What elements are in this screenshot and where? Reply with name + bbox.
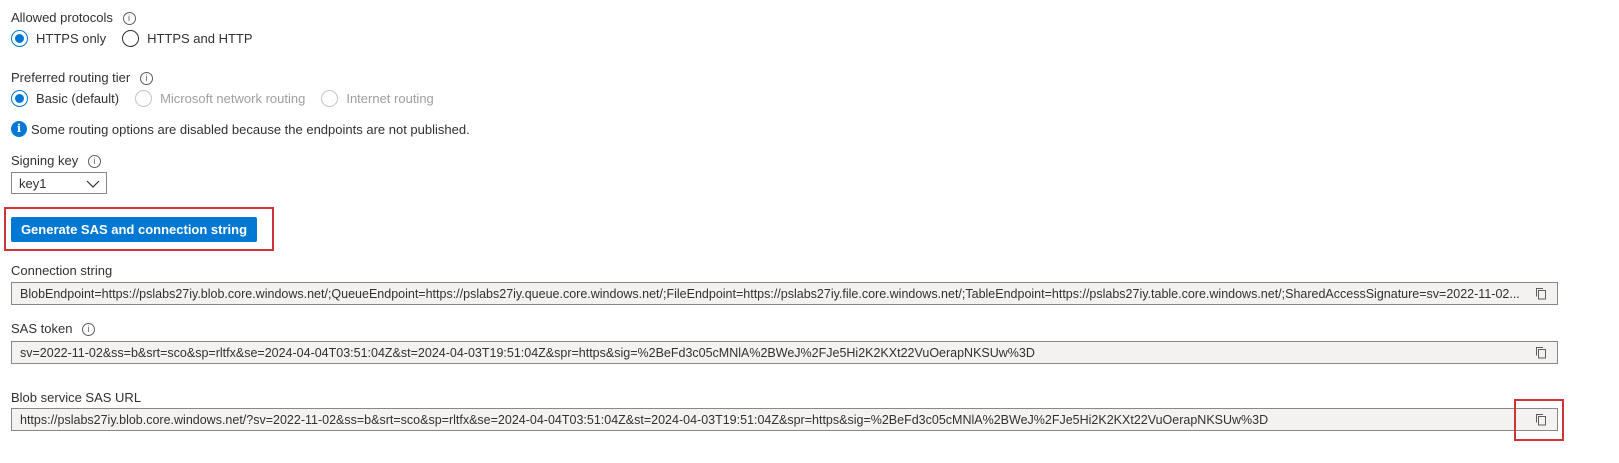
signing-key-heading: Signing key i: [11, 153, 101, 169]
signing-key-dropdown[interactable]: key1: [11, 172, 107, 194]
info-icon[interactable]: i: [82, 323, 96, 337]
allowed-protocols-heading: Allowed protocols i: [11, 10, 136, 26]
info-icon[interactable]: i: [139, 72, 153, 86]
blob-sas-url-value[interactable]: https://pslabs27iy.blob.core.windows.net…: [20, 413, 1529, 427]
allowed-protocols-radio-group: HTTPS only HTTPS and HTTP: [11, 30, 269, 47]
radio-https-only[interactable]: HTTPS only: [11, 30, 106, 47]
radio-button[interactable]: [122, 30, 140, 47]
copy-icon[interactable]: [1529, 342, 1553, 363]
signing-key-label: Signing key: [11, 153, 79, 168]
radio-button-selected[interactable]: [11, 90, 28, 107]
chevron-down-icon: [86, 176, 100, 191]
radio-basic-default[interactable]: Basic (default): [11, 90, 119, 107]
sas-token-value[interactable]: sv=2022-11-02&ss=b&srt=sco&sp=rltfx&se=2…: [20, 346, 1529, 360]
generate-sas-button[interactable]: Generate SAS and connection string: [11, 217, 257, 242]
radio-microsoft-network-routing: Microsoft network routing: [135, 90, 305, 107]
info-message-text: Some routing options are disabled becaus…: [31, 121, 470, 137]
radio-internet-routing: Internet routing: [321, 90, 434, 107]
radio-label: HTTPS only: [36, 31, 107, 46]
connection-string-label: Connection string: [11, 263, 113, 278]
allowed-protocols-label: Allowed protocols: [11, 10, 113, 25]
radio-label: Microsoft network routing: [160, 91, 306, 106]
copy-icon[interactable]: [1529, 283, 1553, 304]
signing-key-selected-value: key1: [19, 175, 47, 191]
sas-token-field[interactable]: sv=2022-11-02&ss=b&srt=sco&sp=rltfx&se=2…: [11, 341, 1558, 364]
radio-label: Internet routing: [346, 91, 434, 106]
radio-label: HTTPS and HTTP: [147, 31, 253, 46]
blob-sas-url-label: Blob service SAS URL: [11, 390, 142, 405]
routing-tier-label: Preferred routing tier: [11, 70, 131, 85]
info-icon: i: [11, 121, 27, 137]
blob-sas-url-field[interactable]: https://pslabs27iy.blob.core.windows.net…: [11, 408, 1558, 431]
info-icon[interactable]: i: [122, 12, 136, 26]
connection-string-value[interactable]: BlobEndpoint=https://pslabs27iy.blob.cor…: [20, 287, 1529, 301]
connection-string-field[interactable]: BlobEndpoint=https://pslabs27iy.blob.cor…: [11, 282, 1558, 305]
copy-button-highlight: [1514, 399, 1564, 441]
radio-button-disabled: [321, 90, 339, 107]
routing-tier-heading: Preferred routing tier i: [11, 70, 153, 86]
radio-button-selected[interactable]: [11, 30, 28, 47]
routing-tier-radio-group: Basic (default) Microsoft network routin…: [11, 90, 450, 107]
routing-info-message: i Some routing options are disabled beca…: [11, 121, 470, 137]
sas-token-label: SAS token: [11, 321, 73, 336]
radio-https-and-http[interactable]: HTTPS and HTTP: [122, 30, 253, 47]
radio-button-disabled: [135, 90, 153, 107]
radio-label: Basic (default): [36, 91, 120, 106]
info-icon[interactable]: i: [87, 155, 101, 169]
sas-token-heading: SAS token i: [11, 321, 96, 337]
